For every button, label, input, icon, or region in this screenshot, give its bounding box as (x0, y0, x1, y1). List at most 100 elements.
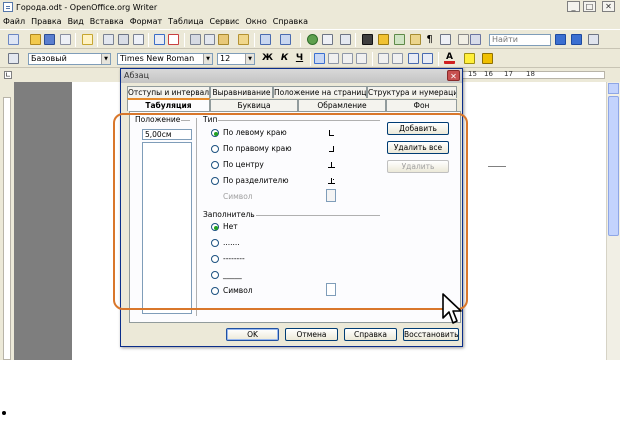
background-color-icon[interactable] (482, 53, 493, 64)
scroll-up-icon[interactable] (608, 83, 619, 94)
cut-icon[interactable] (190, 34, 201, 45)
paste-icon[interactable] (218, 34, 229, 45)
open-folder-icon[interactable] (30, 34, 41, 45)
bullets-icon[interactable] (392, 53, 403, 64)
fill-none-label: Нет (223, 222, 238, 231)
gallery-icon[interactable] (394, 34, 405, 45)
close-window-button[interactable]: ✕ (602, 1, 615, 12)
menu-format[interactable]: Формат (127, 17, 165, 26)
ok-button[interactable]: OK (226, 328, 279, 341)
vertical-ruler[interactable] (0, 82, 14, 360)
font-color-icon[interactable]: A (444, 53, 455, 64)
increase-indent-icon[interactable] (422, 53, 433, 64)
find-input[interactable]: Найти (489, 34, 551, 46)
email-icon[interactable] (60, 34, 71, 45)
tab-alignment[interactable]: Выравнивание (210, 86, 273, 98)
format-paintbrush-icon[interactable] (238, 34, 249, 45)
menu-view[interactable]: Вид (65, 17, 87, 26)
tab-background[interactable]: Фон (386, 99, 457, 111)
italic-button[interactable]: К (279, 53, 290, 64)
menu-table[interactable]: Таблица (165, 17, 206, 26)
reset-button[interactable]: Восстановить (403, 328, 459, 341)
fill-symbol-input[interactable] (326, 283, 336, 296)
print-icon[interactable] (118, 34, 129, 45)
font-name-combo[interactable]: Times New Roman ▼ (117, 53, 213, 65)
help-button[interactable]: Справка (344, 328, 397, 341)
tab-borders[interactable]: Обрамление (298, 99, 386, 111)
align-center-icon[interactable] (328, 53, 339, 64)
add-tab-button[interactable]: Добавить (387, 122, 449, 135)
chevron-down-icon[interactable]: ▼ (101, 54, 110, 64)
type-left-radio[interactable]: По левому краю (211, 128, 287, 137)
type-right-radio[interactable]: По правому краю (211, 144, 292, 153)
position-list[interactable] (142, 142, 192, 314)
delete-tab-button[interactable]: Удалить (387, 160, 449, 173)
fill-none-radio[interactable]: Нет (211, 222, 238, 231)
tab-indents-spacing[interactable]: Отступы и интервалы (127, 86, 210, 98)
chevron-down-icon[interactable]: ▼ (203, 54, 212, 64)
pilcrow-icon[interactable]: ¶ (424, 34, 435, 45)
page-preview-icon[interactable] (133, 34, 144, 45)
undo-icon[interactable] (260, 34, 271, 45)
align-right-icon[interactable] (342, 53, 353, 64)
find-down-icon[interactable] (555, 34, 566, 45)
save-icon[interactable] (44, 34, 55, 45)
show-draw-functions-icon[interactable] (340, 34, 351, 45)
paragraph-style-combo[interactable]: Базовый ▼ (28, 53, 111, 65)
minimize-button[interactable]: _ (567, 1, 580, 12)
maximize-button[interactable]: □ (583, 1, 596, 12)
chevron-down-icon[interactable]: ▼ (245, 54, 254, 64)
decrease-indent-icon[interactable] (408, 53, 419, 64)
find-replace-icon[interactable] (362, 34, 373, 45)
position-input[interactable]: 5,00см (142, 129, 192, 140)
table-icon[interactable] (322, 34, 333, 45)
fill-dashes-radio[interactable]: -------- (211, 254, 245, 263)
highlighting-icon[interactable] (464, 53, 475, 64)
dialog-close-button[interactable]: ✕ (447, 70, 460, 81)
zoom-icon[interactable] (440, 34, 451, 45)
align-justify-icon[interactable] (356, 53, 367, 64)
close-find-bar-icon[interactable] (588, 34, 599, 45)
navigator-icon[interactable] (378, 34, 389, 45)
underline-button[interactable]: Ч (294, 53, 305, 64)
delete-all-button[interactable]: Удалить все (387, 141, 449, 154)
hyperlink-icon[interactable] (307, 34, 318, 45)
tab-drop-caps[interactable]: Буквица (210, 99, 298, 111)
toolbar-options-icon[interactable] (470, 34, 481, 45)
tab-tabs[interactable]: Табуляция (127, 98, 210, 111)
export-pdf-icon[interactable] (103, 34, 114, 45)
fill-dots-radio[interactable]: ....... (211, 238, 240, 247)
menu-window[interactable]: Окно (242, 17, 269, 26)
tab-outline-numbering[interactable]: Структура и нумерация (367, 86, 457, 98)
menu-edit[interactable]: Правка (28, 17, 64, 26)
fill-underscore-radio[interactable]: _____ (211, 270, 242, 279)
data-sources-icon[interactable] (410, 34, 421, 45)
menu-tools[interactable]: Сервис (207, 17, 243, 26)
edit-file-icon[interactable] (82, 34, 93, 45)
bold-button[interactable]: Ж (262, 53, 273, 64)
position-group-label: Положение (134, 115, 182, 124)
copy-icon[interactable] (204, 34, 215, 45)
type-center-radio[interactable]: По центру (211, 160, 264, 169)
fill-symbol-radio[interactable]: Символ (211, 286, 253, 295)
vertical-scrollbar[interactable] (606, 82, 620, 360)
help-icon[interactable] (458, 34, 469, 45)
new-document-icon[interactable] (8, 34, 19, 45)
autospellcheck-icon[interactable] (168, 34, 179, 45)
find-up-icon[interactable] (571, 34, 582, 45)
tab-text-flow[interactable]: Положение на странице (273, 86, 367, 98)
spellcheck-icon[interactable] (154, 34, 165, 45)
numbering-icon[interactable] (378, 53, 389, 64)
align-left-icon[interactable] (314, 53, 325, 64)
menu-help[interactable]: Справка (270, 17, 311, 26)
scrollbar-thumb[interactable] (608, 96, 619, 236)
menu-insert[interactable]: Вставка (87, 17, 127, 26)
styles-icon[interactable] (8, 53, 19, 64)
font-size-combo[interactable]: 12 ▼ (217, 53, 255, 65)
tab-type-selector[interactable]: ∟ (4, 71, 12, 79)
menu-file[interactable]: Файл (0, 17, 28, 26)
type-decimal-radio[interactable]: По разделителю (211, 176, 289, 185)
radio-indicator (211, 222, 219, 231)
redo-icon[interactable] (280, 34, 291, 45)
cancel-button[interactable]: Отмена (285, 328, 338, 341)
